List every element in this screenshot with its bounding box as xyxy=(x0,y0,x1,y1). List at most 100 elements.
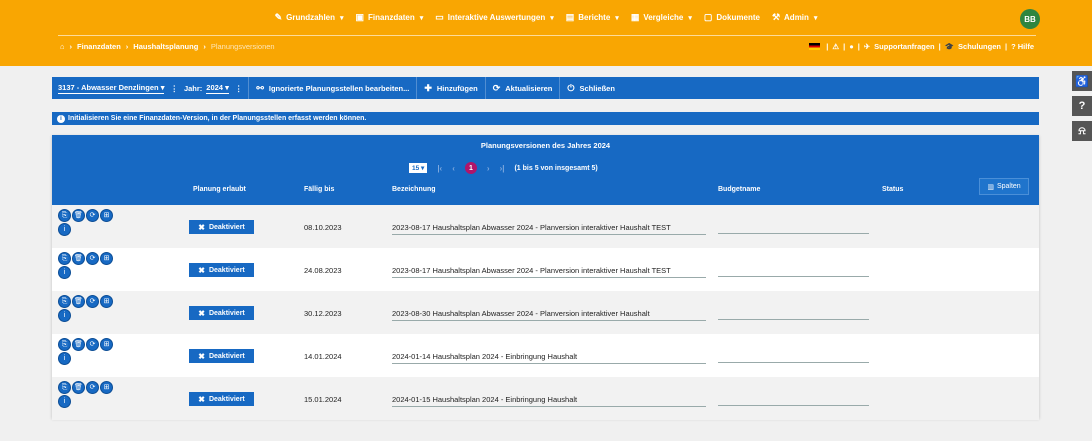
col-status[interactable]: Status xyxy=(882,186,903,193)
trash-icon[interactable]: 🗑 xyxy=(72,295,85,308)
name-field[interactable]: 2023-08-17 Haushaltsplan Abwasser 2024 -… xyxy=(392,266,706,278)
due-date: 14.01.2024 xyxy=(304,352,342,361)
name-field[interactable]: 2024-01-14 Haushaltsplan 2024 - Einbring… xyxy=(392,352,706,364)
budget-field[interactable] xyxy=(718,223,869,234)
vertical-dots-icon[interactable]: ⋮ xyxy=(235,84,243,93)
refresh-button[interactable]: ⟳ Aktualisieren xyxy=(484,77,560,99)
copy-icon[interactable]: ⎘ xyxy=(58,381,71,394)
first-page-icon[interactable]: |‹ xyxy=(437,164,442,173)
info-icon[interactable]: i xyxy=(58,352,71,365)
info-text: Initialisieren Sie eine Finanzdaten-Vers… xyxy=(68,115,367,122)
table-row: ⎘ 🗑 ⟳ ⊞ i ✖ Deaktiviert 15.01.2024 2024-01-1… xyxy=(52,377,1039,420)
trash-icon[interactable]: 🗑 xyxy=(72,252,85,265)
col-budget[interactable]: Budgetname xyxy=(718,186,760,193)
copy-icon[interactable]: ⎘ xyxy=(58,252,71,265)
next-page-icon[interactable]: › xyxy=(487,164,490,173)
button-label: Deaktiviert xyxy=(208,352,245,360)
nav-vergleiche[interactable]: ▦ Vergleiche ▾ xyxy=(631,12,692,23)
german-flag-icon[interactable] xyxy=(809,42,821,50)
sync-icon[interactable]: ⟳ xyxy=(86,338,99,351)
copy-icon[interactable]: ⎘ xyxy=(58,295,71,308)
panel-title: Planungsversionen des Jahres 2024 xyxy=(480,141,611,150)
breadcrumb-separator: › xyxy=(203,41,206,51)
close-button[interactable]: ⏻ Schließen xyxy=(559,77,622,99)
trash-icon[interactable]: 🗑 xyxy=(72,209,85,222)
copy-icon[interactable]: ⎘ xyxy=(58,338,71,351)
add-button[interactable]: ✚ Hinzufügen xyxy=(416,77,484,99)
year-label: Jahr: xyxy=(183,83,203,93)
nav-label: Grundzahlen xyxy=(286,13,335,22)
chevron-down-icon: ▾ xyxy=(225,82,229,92)
info-icon[interactable]: i xyxy=(58,223,71,236)
name-field[interactable]: 2024-01-15 Haushaltsplan 2024 - Einbring… xyxy=(392,395,706,407)
vertical-dots-icon[interactable]: ⋮ xyxy=(170,84,178,93)
export-icon[interactable]: ⊞ xyxy=(100,295,113,308)
trash-icon[interactable]: 🗑 xyxy=(72,381,85,394)
breadcrumb-haushaltsplanung[interactable]: Haushaltsplanung xyxy=(133,42,198,51)
ignored-planning-button[interactable]: ⚯ Ignorierte Planungsstellen bearbeiten..… xyxy=(248,77,416,99)
button-label: Deaktiviert xyxy=(208,395,245,403)
close-icon: ✖ xyxy=(198,351,205,361)
close-icon: ✖ xyxy=(198,394,205,404)
nav-grundzahlen[interactable]: ✎ Grundzahlen ▾ xyxy=(275,12,344,23)
budget-field[interactable] xyxy=(718,395,869,406)
year-select[interactable]: 2024 ▾ xyxy=(206,83,229,94)
current-page[interactable]: 1 xyxy=(464,162,477,174)
page-size-select[interactable]: 15 ▾ xyxy=(409,163,428,173)
user-avatar[interactable]: BB xyxy=(1020,9,1040,29)
nav-interaktive-auswertungen[interactable]: ▭ Interaktive Auswertungen ▾ xyxy=(435,12,554,23)
home-icon[interactable]: ⌂ xyxy=(60,42,65,51)
col-faellig[interactable]: Fällig bis xyxy=(304,186,334,193)
info-icon[interactable]: i xyxy=(58,309,71,322)
deactivated-button[interactable]: ✖ Deaktiviert xyxy=(189,392,254,406)
question-icon[interactable]: ? xyxy=(1072,96,1092,116)
nav-dokumente[interactable]: ▢ Dokumente xyxy=(704,12,760,23)
columns-button[interactable]: ▥ Spalten xyxy=(979,178,1029,195)
budget-field[interactable] xyxy=(718,266,869,277)
col-planung[interactable]: Planung erlaubt xyxy=(193,186,246,193)
chevron-down-icon: ▾ xyxy=(813,14,818,22)
export-icon[interactable]: ⊞ xyxy=(100,381,113,394)
button-label: Hinzufügen xyxy=(436,83,478,93)
deactivated-button[interactable]: ✖ Deaktiviert xyxy=(189,349,254,363)
export-icon[interactable]: ⊞ xyxy=(100,338,113,351)
last-page-icon[interactable]: ›| xyxy=(500,164,505,173)
prev-page-icon[interactable]: ‹ xyxy=(452,164,455,173)
col-bezeichnung[interactable]: Bezeichnung xyxy=(392,186,436,193)
link-icon: ⚯ xyxy=(256,82,264,93)
copy-icon[interactable]: ⎘ xyxy=(58,209,71,222)
chevron-down-icon: ▾ xyxy=(550,14,554,22)
sync-icon[interactable]: ⟳ xyxy=(86,209,99,222)
info-icon[interactable]: i xyxy=(58,266,71,279)
info-icon[interactable]: i xyxy=(58,395,71,408)
warning-icon[interactable]: ⚠ xyxy=(832,42,839,51)
sync-icon[interactable]: ⟳ xyxy=(86,295,99,308)
chevron-down-icon: ▾ xyxy=(688,14,692,22)
sync-icon[interactable]: ⟳ xyxy=(86,381,99,394)
deactivated-button[interactable]: ✖ Deaktiviert xyxy=(189,220,254,234)
nav-admin[interactable]: ⚒ Admin ▾ xyxy=(772,12,817,23)
schulungen-link[interactable]: Schulungen xyxy=(958,42,1001,51)
breadcrumb-finanzdaten[interactable]: Finanzdaten xyxy=(77,42,121,51)
row-actions: ⎘ 🗑 ⟳ ⊞ i xyxy=(58,295,128,322)
deactivated-button[interactable]: ✖ Deaktiviert xyxy=(189,263,254,277)
budget-field[interactable] xyxy=(718,309,869,320)
nav-berichte[interactable]: ▤ Berichte ▾ xyxy=(566,12,619,23)
export-icon[interactable]: ⊞ xyxy=(100,252,113,265)
sync-icon[interactable]: ⟳ xyxy=(86,252,99,265)
name-field[interactable]: 2023-08-30 Haushaltsplan Abwasser 2024 -… xyxy=(392,309,706,321)
trash-icon[interactable]: 🗑 xyxy=(72,338,85,351)
bell-icon[interactable]: ⍾ xyxy=(1072,121,1092,141)
nav-finanzdaten[interactable]: ▣ Finanzdaten ▾ xyxy=(356,12,424,23)
support-link[interactable]: Supportanfragen xyxy=(874,42,934,51)
export-icon[interactable]: ⊞ xyxy=(100,209,113,222)
deactivated-button[interactable]: ✖ Deaktiviert xyxy=(189,306,254,320)
accessibility-icon[interactable]: ♿ xyxy=(1072,71,1092,91)
nav-label: Interaktive Auswertungen xyxy=(447,13,546,22)
unit-select[interactable]: 3137 - Abwasser Denzlingen ▾ xyxy=(58,83,165,94)
name-field[interactable]: 2023-08-17 Haushaltsplan Abwasser 2024 -… xyxy=(392,223,706,235)
chat-icon[interactable]: ● xyxy=(849,42,854,51)
edit-icon: ✎ xyxy=(274,12,283,22)
budget-field[interactable] xyxy=(718,352,869,363)
help-link[interactable]: ? Hilfe xyxy=(1011,42,1034,51)
